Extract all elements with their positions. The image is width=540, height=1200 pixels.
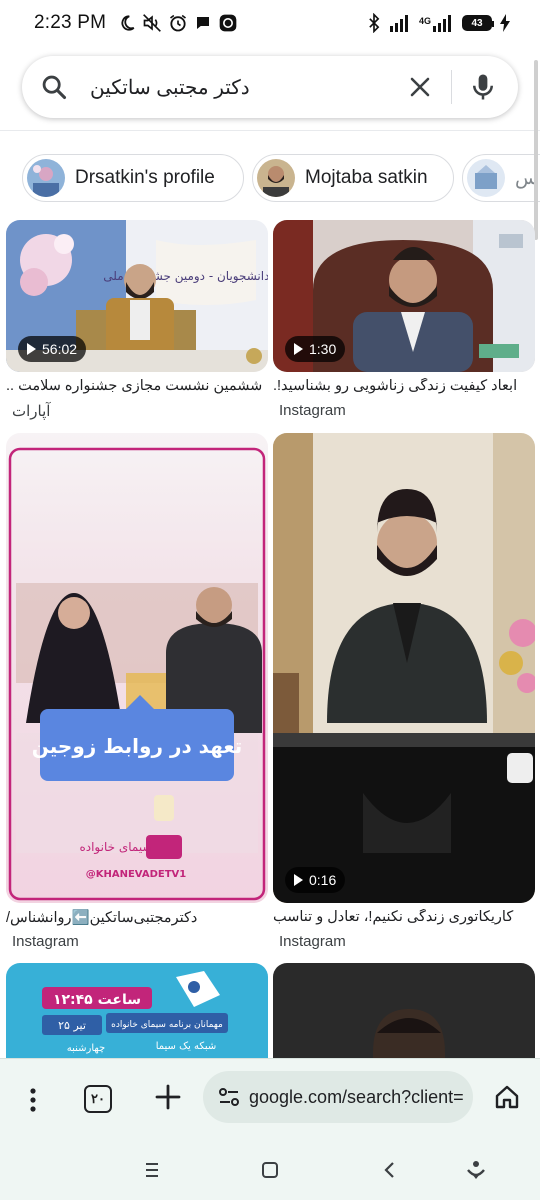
charging-icon [500, 14, 510, 32]
search-box[interactable]: دکتر مجتبی ساتکین [22, 56, 518, 118]
signal-icon [389, 15, 408, 32]
thumb-date-text: ۲۵ تیر [58, 1019, 86, 1032]
suggestion-chips: Drsatkin's profile Mojtaba satkin س [0, 150, 540, 206]
result-card[interactable]: 0:16 کاریکاتوری زندگی نکنیم!، تعادل و تن… [273, 433, 535, 953]
result-source: آپارات [12, 403, 51, 420]
microphone-icon[interactable] [468, 72, 498, 102]
chip-label: Drsatkin's profile [75, 167, 215, 188]
status-time: 2:23 PM [34, 12, 107, 33]
search-icon[interactable] [40, 73, 68, 101]
app-icon [219, 14, 237, 32]
chip-drsatkin-profile[interactable]: Drsatkin's profile [22, 154, 244, 202]
play-icon [294, 343, 303, 355]
network-label: 4G [418, 16, 431, 26]
system-navigation-bar [0, 1140, 540, 1200]
divider-line [0, 130, 540, 131]
chip-avatar [467, 159, 505, 197]
browser-toolbar: ۲۰ google.com/search?client= [0, 1058, 540, 1140]
mute-icon [143, 14, 162, 32]
thumb-time-text: ساعت ۱۲:۴۵ [53, 992, 141, 1008]
chip-avatar [257, 159, 295, 197]
chip-label: Mojtaba satkin [305, 167, 428, 188]
battery-level: 43 [471, 17, 483, 29]
result-thumbnail[interactable]: سلامت دانشجویان - دومین جشنواره ملی 56:0… [6, 220, 268, 372]
assistant-icon[interactable] [462, 1156, 490, 1184]
search-area: دکتر مجتبی ساتکین [0, 46, 540, 134]
back-icon[interactable] [376, 1156, 404, 1184]
thumb-logo-text: سیمای خانواده [79, 840, 152, 855]
result-card[interactable]: ساعت ۱۲:۴۵ مهمانان برنامه سیمای خانواده … [6, 963, 268, 1058]
video-duration: 0:16 [285, 867, 346, 893]
search-input[interactable]: دکتر مجتبی ساتکین [90, 56, 398, 118]
thumb-handle-text: @KHANEVADETV1 [86, 869, 187, 880]
battery-icon: 43 [462, 15, 494, 31]
result-title[interactable]: ششمین نشست مجازی جشنواره سلامت .. [6, 378, 268, 394]
video-duration: 1:30 [285, 336, 346, 362]
home-nav-icon[interactable] [256, 1156, 284, 1184]
chip-mojtaba-satkin[interactable]: Mojtaba satkin [252, 154, 454, 202]
result-source: Instagram [279, 402, 346, 419]
play-icon [294, 874, 303, 886]
result-title[interactable]: کاریکاتوری زندگی نکنیم!، تعادل و تناسب [273, 909, 535, 925]
site-settings-icon[interactable] [217, 1085, 241, 1109]
chip-avatar [27, 159, 65, 197]
tab-count: ۲۰ [91, 1091, 105, 1106]
chat-icon [197, 17, 210, 29]
home-icon[interactable] [493, 1083, 521, 1111]
result-card[interactable]: 1:30 ابعاد کیفیت زندگی زناشویی رو بشناسی… [273, 220, 535, 420]
result-card[interactable]: تعهد در روابط زوجین سیمای خانواده @KHANE… [6, 433, 268, 953]
play-icon [27, 343, 36, 355]
result-title[interactable]: دکترمجتبی‌ساتکین⬅️روانشناس/ [6, 909, 268, 926]
result-source: Instagram [279, 933, 346, 950]
url-text[interactable]: google.com/search?client= [249, 1087, 464, 1108]
thumb-banner-text: تعهد در روابط زوجین [32, 734, 242, 758]
tab-switcher-button[interactable]: ۲۰ [84, 1085, 112, 1113]
recent-apps-icon[interactable] [138, 1156, 166, 1184]
result-source: Instagram [12, 933, 79, 950]
result-thumbnail[interactable]: 0:16 [273, 433, 535, 903]
result-card[interactable]: سلامت دانشجویان - دومین جشنواره ملی 56:0… [6, 220, 268, 420]
thumb-channel-text: شبکه یک سیما [156, 1041, 217, 1052]
result-thumbnail[interactable]: تعهد در روابط زوجین سیمای خانواده @KHANE… [6, 433, 268, 903]
thumb-line1-text: مهمانان برنامه سیمای خانواده [111, 1020, 223, 1030]
thumb-day-text: چهارشنبه [67, 1043, 105, 1054]
signal-4g-icon [433, 15, 451, 32]
clear-icon[interactable] [408, 75, 432, 99]
video-duration: 56:02 [18, 336, 87, 362]
chip-third[interactable]: س [462, 154, 540, 202]
result-thumbnail[interactable]: ساعت ۱۲:۴۵ مهمانان برنامه سیمای خانواده … [6, 963, 268, 1058]
result-card[interactable] [273, 963, 535, 1058]
scrollbar[interactable] [534, 60, 538, 240]
search-divider [451, 70, 452, 104]
alarm-icon [170, 14, 187, 32]
result-thumbnail[interactable] [273, 963, 535, 1058]
status-bar: 2:23 PM 4G 43 [0, 0, 540, 46]
bluetooth-icon [369, 13, 380, 33]
moon-icon [121, 15, 135, 31]
new-tab-icon[interactable] [152, 1081, 184, 1113]
more-options-icon[interactable] [22, 1085, 44, 1115]
result-title[interactable]: ابعاد کیفیت زندگی زناشویی رو بشناسید!. [273, 378, 535, 394]
address-bar[interactable]: google.com/search?client= [203, 1071, 473, 1123]
result-thumbnail[interactable]: 1:30 [273, 220, 535, 372]
